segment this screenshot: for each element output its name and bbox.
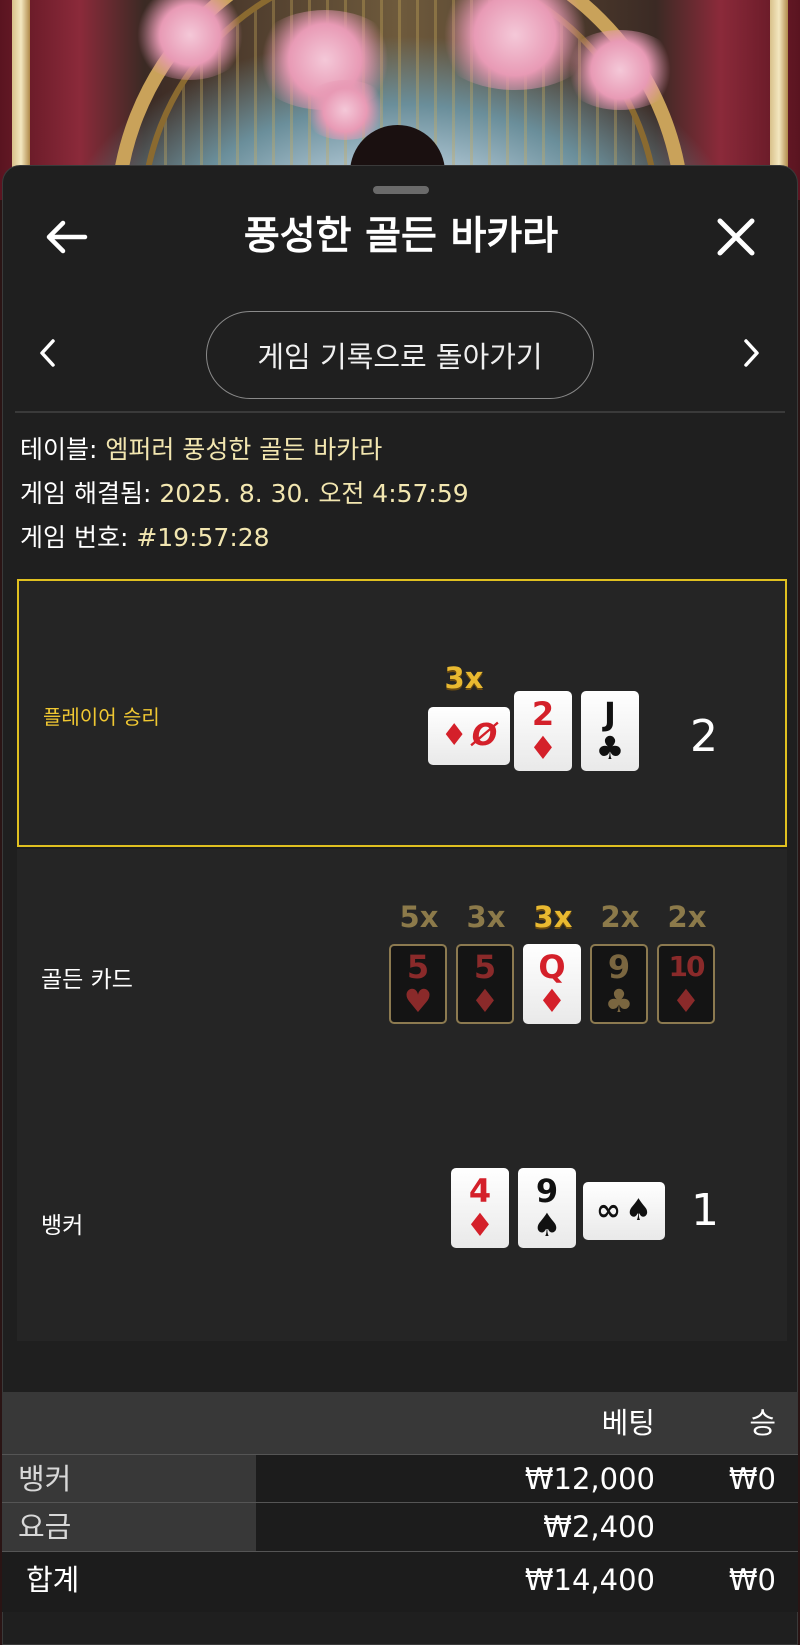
player-result-panel: 플레이어 승리 3x ♦ Ø 2 ♦ J ♣ 2 — [17, 579, 787, 847]
card-suit: ♣ — [595, 729, 625, 767]
player-card-1: ♦ Ø — [428, 707, 510, 765]
golden-card-5: 10 ♦ — [657, 944, 715, 1024]
total-label: 합계 — [26, 1563, 80, 1597]
total-bet: ₩14,400 — [524, 1563, 655, 1597]
golden-multiplier-3: 3x — [533, 900, 573, 934]
card-suit: ♦ — [470, 982, 500, 1020]
card-rank: 2 — [531, 695, 555, 733]
card-suit: ♠ — [532, 1206, 562, 1244]
table-row: 요금 ₩2,400 — [2, 1502, 798, 1551]
bet-column-header: 베팅 — [601, 1406, 655, 1440]
bet-row-bet: ₩12,000 — [524, 1462, 655, 1496]
golden-card-4: 9 ♣ — [590, 944, 648, 1024]
golden-cards-label: 골든 카드 — [41, 967, 133, 993]
card-rank: 4 — [468, 1172, 492, 1210]
golden-multiplier-2: 3x — [466, 900, 506, 934]
next-game-button[interactable] — [736, 331, 766, 375]
card-rank: 10 — [668, 950, 706, 983]
total-win: ₩0 — [728, 1563, 776, 1597]
prev-game-button[interactable] — [33, 331, 63, 375]
game-number-label: 게임 번호: — [20, 523, 129, 552]
golden-card-2: 5 ♦ — [456, 944, 514, 1024]
card-rank: Ø — [471, 718, 498, 753]
golden-cards-panel: 골든 카드 5x 5 ♥ 3x 5 ♦ 3x Q ♦ 2x 9 ♣ 2x 10 … — [17, 849, 787, 1101]
resolved-info: 게임 해결됨: 2025. 8. 30. 오전 4:57:59 — [20, 478, 469, 510]
golden-card-3: Q ♦ — [523, 944, 581, 1024]
table-label: 테이블: — [20, 435, 98, 464]
card-rank: 9 — [535, 1172, 559, 1210]
card-rank: 9 — [607, 948, 631, 986]
banker-score: 1 — [691, 1185, 719, 1236]
back-to-history-button[interactable]: 게임 기록으로 돌아가기 — [206, 311, 594, 399]
table-value: 엠퍼러 풍성한 골든 바카라 — [105, 435, 383, 464]
game-number-info: 게임 번호: #19:57:28 — [20, 522, 270, 554]
card-suit: ♦ — [465, 1206, 495, 1244]
sheet-grabber[interactable] — [373, 186, 429, 194]
total-row: 합계 ₩14,400 ₩0 — [2, 1551, 798, 1612]
card-rank: 5 — [406, 948, 430, 986]
card-suit: ♠ — [625, 1193, 652, 1228]
resolved-value: 2025. 8. 30. 오전 4:57:59 — [159, 479, 469, 508]
golden-card-1: 5 ♥ — [389, 944, 447, 1024]
golden-multiplier-1: 5x — [399, 900, 439, 934]
card-suit: ♦ — [528, 729, 558, 767]
player-card-multiplier: 3x — [444, 661, 484, 695]
card-rank: Q — [538, 948, 566, 986]
bet-row-win: ₩0 — [728, 1462, 776, 1496]
banker-card-2: 9 ♠ — [518, 1168, 576, 1248]
bet-table-header: 베팅 승 — [2, 1392, 798, 1454]
table-info: 테이블: 엠퍼러 풍성한 골든 바카라 — [20, 434, 382, 466]
banker-card-3: ∞ ♠ — [583, 1182, 665, 1240]
golden-multiplier-5: 2x — [667, 900, 707, 934]
fee-row-label: 요금 — [18, 1510, 72, 1544]
banker-result-panel: 뱅커 4 ♦ 9 ♠ ∞ ♠ 1 — [17, 1101, 787, 1341]
banker-card-1: 4 ♦ — [451, 1168, 509, 1248]
card-suit: ♦ — [440, 718, 468, 753]
card-rank: J — [604, 695, 616, 733]
card-rank: ∞ — [596, 1193, 622, 1228]
card-suit: ♣ — [604, 982, 634, 1020]
player-score: 2 — [690, 711, 718, 762]
divider — [15, 411, 785, 413]
resolved-label: 게임 해결됨: — [20, 479, 152, 508]
bet-row-label: 뱅커 — [18, 1462, 72, 1496]
table-row: 뱅커 ₩12,000 ₩0 — [2, 1454, 798, 1503]
game-number-value: #19:57:28 — [136, 523, 270, 552]
card-suit: ♦ — [671, 982, 701, 1020]
page-title: 풍성한 골든 바카라 — [243, 214, 559, 259]
golden-multiplier-4: 2x — [600, 900, 640, 934]
player-result-label: 플레이어 승리 — [43, 705, 160, 729]
win-column-header: 승 — [749, 1406, 776, 1440]
close-button[interactable] — [711, 214, 761, 260]
banker-result-label: 뱅커 — [41, 1213, 84, 1239]
chevron-left-icon — [40, 339, 55, 367]
close-icon — [717, 218, 755, 256]
player-card-2: 2 ♦ — [514, 691, 572, 771]
card-suit: ♥ — [403, 982, 433, 1020]
chevron-right-icon — [744, 339, 759, 367]
fee-row-bet: ₩2,400 — [543, 1510, 655, 1544]
card-rank: 5 — [473, 948, 497, 986]
player-card-3: J ♣ — [581, 691, 639, 771]
card-suit: ♦ — [537, 982, 567, 1020]
